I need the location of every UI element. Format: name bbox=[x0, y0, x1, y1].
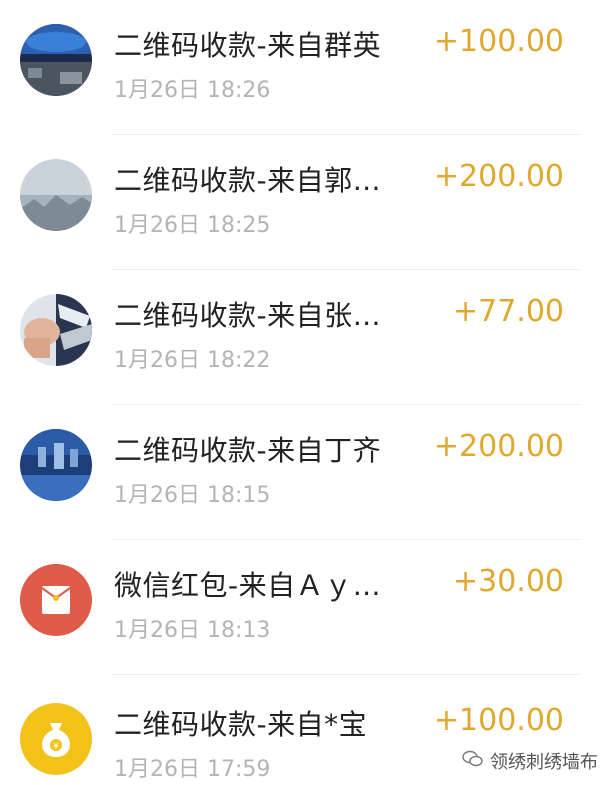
transaction-title: 二维码收款-来自张… bbox=[114, 299, 382, 332]
transaction-time: 1月26日 17:59 bbox=[114, 757, 271, 782]
transaction-row[interactable]: 二维码收款-来自群英 +100.00 1月26日 18:26 bbox=[0, 0, 600, 135]
avatar-hand bbox=[20, 294, 92, 366]
transaction-row[interactable]: 二维码收款-来自丁齐 +200.00 1月26日 18:15 bbox=[0, 405, 600, 540]
transaction-time: 1月26日 18:25 bbox=[114, 213, 271, 238]
avatar-foggy-sky bbox=[20, 159, 92, 231]
transaction-time: 1月26日 18:22 bbox=[114, 348, 271, 373]
watermark-text: 领绣刺绣墙布 bbox=[490, 752, 598, 773]
transaction-title: 二维码收款-来自群英 bbox=[114, 29, 382, 62]
wechat-icon bbox=[462, 750, 484, 773]
transaction-row[interactable]: 二维码收款-来自张… +77.00 1月26日 18:22 bbox=[0, 270, 600, 405]
transaction-amount: +200.00 bbox=[433, 429, 564, 464]
transaction-title: 二维码收款-来自丁齐 bbox=[114, 434, 382, 467]
transaction-time: 1月26日 18:13 bbox=[114, 618, 271, 643]
transaction-title: 二维码收款-来自郭… bbox=[114, 164, 382, 197]
red-envelope-icon bbox=[20, 564, 92, 636]
avatar-night-scene bbox=[20, 24, 92, 96]
svg-text:¥: ¥ bbox=[53, 742, 59, 752]
money-bag-icon: ¥ bbox=[20, 703, 92, 775]
transaction-amount: +200.00 bbox=[433, 159, 564, 194]
transaction-amount: +100.00 bbox=[433, 703, 564, 738]
transaction-time: 1月26日 18:26 bbox=[114, 78, 271, 103]
transaction-row[interactable]: 微信红包-来自Ａｙ… +30.00 1月26日 18:13 bbox=[0, 540, 600, 675]
avatar-blue-scene bbox=[20, 429, 92, 501]
transaction-amount: +30.00 bbox=[452, 564, 564, 599]
transaction-time: 1月26日 18:15 bbox=[114, 483, 271, 508]
transaction-amount: +100.00 bbox=[433, 24, 564, 59]
transaction-row[interactable]: 二维码收款-来自郭… +200.00 1月26日 18:25 bbox=[0, 135, 600, 270]
transaction-title: 二维码收款-来自*宝 bbox=[114, 708, 368, 741]
watermark: 领绣刺绣墙布 bbox=[462, 748, 598, 774]
transaction-amount: +77.00 bbox=[452, 294, 564, 329]
transaction-title: 微信红包-来自Ａｙ… bbox=[114, 569, 382, 602]
